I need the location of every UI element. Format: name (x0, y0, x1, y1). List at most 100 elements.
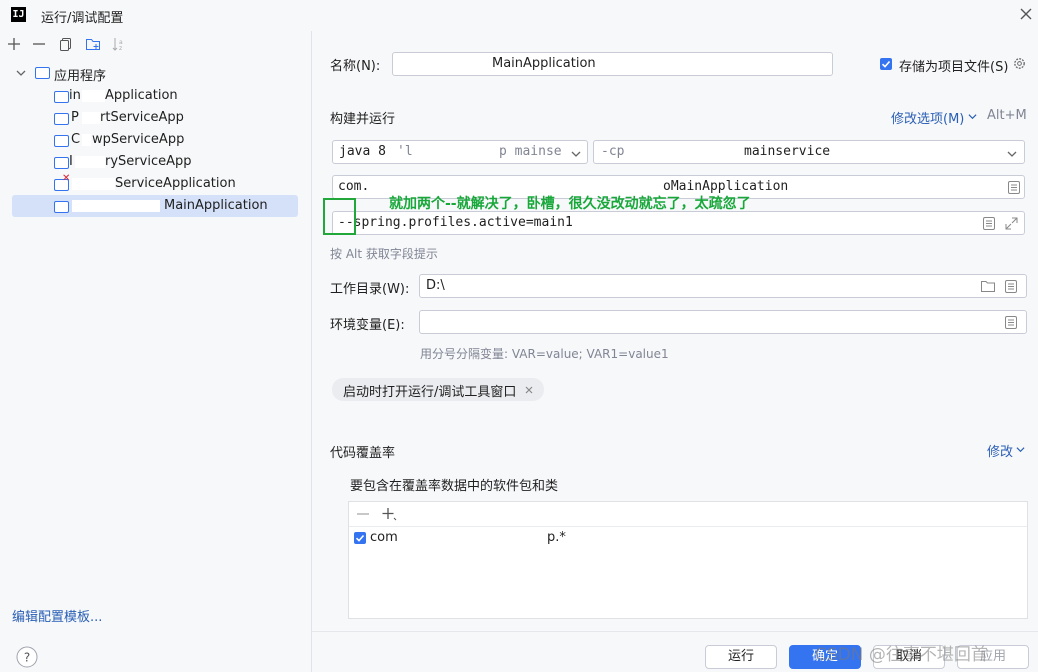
working-directory-label: 工作目录(W): (330, 282, 410, 297)
sort-icon[interactable]: az (111, 36, 127, 52)
tree-item[interactable]: C wpServiceApp (12, 129, 298, 151)
edit-configuration-templates-link[interactable]: 编辑配置模板... (12, 606, 102, 625)
application-icon (54, 157, 69, 169)
run-button[interactable]: 运行 (705, 645, 777, 669)
tree-item[interactable]: ✕ ServiceApplication (12, 173, 298, 195)
redaction (398, 58, 490, 70)
svg-text:z: z (119, 45, 122, 52)
program-arguments-value: --spring.profiles.active=main1 (338, 215, 573, 230)
tree-item[interactable]: P rtServiceApp (12, 107, 298, 129)
coverage-entry-suffix: p.* (547, 530, 566, 545)
chevron-down-icon[interactable] (16, 68, 26, 78)
tree-item[interactable]: I ryServiceApp (12, 151, 298, 173)
annotation-text: 就加两个--就解决了，卧槽，很久没改动就忘了，太疏忽了 (389, 196, 751, 212)
redaction (72, 178, 115, 190)
application-icon (54, 91, 69, 103)
tree-item-prefix: in (69, 88, 81, 103)
coverage-entry-prefix: com (370, 530, 398, 545)
store-as-project-file-label: 存储为项目文件(S) (899, 60, 1009, 75)
redaction (82, 112, 100, 124)
field-hint: 按 Alt 获取字段提示 (330, 247, 438, 261)
coverage-entry[interactable]: com p.* (349, 528, 1027, 548)
tree-item-label: ryServiceApp (105, 154, 192, 169)
tree-item-label: Application (105, 88, 178, 103)
working-directory-input[interactable]: D:\ (419, 274, 1027, 298)
chevron-down-icon (1016, 447, 1025, 453)
jdk-value: java 8 (339, 144, 386, 159)
maximize-icon[interactable] (1005, 217, 1018, 230)
open-tool-window-option-chip[interactable]: 启动时打开运行/调试工具窗口 (332, 378, 544, 401)
add-icon[interactable] (381, 506, 397, 522)
title-bar: IJ 运行/调试配置 (0, 0, 1038, 31)
tree-item-prefix: I (69, 154, 73, 169)
close-icon[interactable] (525, 386, 533, 394)
copy-icon[interactable] (58, 36, 74, 52)
chevron-down-icon (968, 114, 977, 120)
remove-icon[interactable] (31, 36, 47, 52)
jdk-blurred: p mainse (499, 144, 562, 159)
redaction (401, 532, 551, 544)
name-input[interactable]: MainApplication (392, 52, 833, 76)
tree-item[interactable]: in Application (12, 85, 298, 107)
environment-variables-label: 环境变量(E): (330, 318, 405, 333)
tree-item-label: wpServiceApp (92, 132, 185, 147)
watermark: CSDN @往事不堪回首 (815, 645, 988, 665)
coverage-list: com p.* (348, 501, 1028, 619)
svg-text:?: ? (24, 651, 30, 665)
name-label: 名称(N): (330, 59, 381, 74)
coverage-toolbar (349, 502, 1027, 527)
environment-variables-input[interactable] (419, 310, 1027, 334)
redaction (413, 147, 503, 159)
tree-item-label: MainApplication (164, 198, 268, 213)
application-icon (54, 201, 69, 213)
intellij-logo-icon: IJ (11, 7, 26, 22)
main-class-value: oMainApplication (663, 179, 789, 194)
divider (312, 631, 1038, 632)
tree-item-label: ServiceApplication (115, 176, 236, 191)
working-directory-value: D:\ (426, 278, 445, 293)
coverage-modify-link[interactable]: 修改 (987, 441, 1013, 460)
coverage-entry-checkbox[interactable] (354, 532, 366, 544)
classpath-value: mainservice (744, 144, 831, 159)
tree-root-label[interactable]: 应用程序 (54, 65, 106, 84)
help-icon[interactable]: ? (16, 646, 38, 668)
tree-item-selected[interactable]: MainApplication (12, 195, 298, 217)
folder-icon[interactable] (981, 280, 995, 292)
browse-icon[interactable] (1005, 316, 1017, 329)
modify-options-shortcut: Alt+M (987, 108, 1027, 123)
coverage-section-label: 代码覆盖率 (330, 446, 396, 461)
close-icon[interactable] (1018, 6, 1034, 22)
window-title: 运行/调试配置 (41, 11, 124, 26)
tree-item-prefix: C (71, 132, 81, 147)
redaction (632, 147, 740, 159)
expand-text-icon[interactable] (983, 217, 995, 230)
new-folder-icon[interactable] (85, 36, 101, 52)
redaction (448, 281, 588, 293)
application-icon (54, 135, 69, 147)
classpath-select[interactable]: -cp mainservice (593, 140, 1025, 164)
tree-item-label: rtServiceApp (100, 110, 184, 125)
program-arguments-input[interactable]: --spring.profiles.active=main1 (332, 211, 1025, 235)
remove-icon[interactable] (356, 508, 370, 520)
store-as-project-file-checkbox[interactable] (880, 58, 892, 70)
browse-icon[interactable] (1005, 280, 1017, 293)
application-folder-icon (35, 67, 50, 79)
jdk-suffix: 'l (397, 144, 413, 159)
name-value: MainApplication (492, 56, 596, 71)
redaction (75, 156, 105, 168)
chevron-down-icon (571, 151, 581, 157)
jdk-select[interactable]: java 8 'l p mainse (332, 140, 588, 164)
redaction (82, 90, 105, 102)
environment-variables-hint: 用分号分隔变量: VAR=value; VAR1=value1 (420, 347, 669, 361)
error-mark-icon: ✕ (62, 173, 71, 184)
annotation-highlight-box (323, 198, 356, 235)
coverage-include-label: 要包含在覆盖率数据中的软件包和类 (350, 479, 559, 494)
classpath-prefix: -cp (601, 144, 625, 159)
gear-icon[interactable] (1012, 56, 1027, 71)
chevron-down-icon (1007, 151, 1017, 157)
tree-item-prefix: P (71, 110, 79, 125)
add-icon[interactable] (6, 36, 22, 52)
modify-options-link[interactable]: 修改选项(M) (891, 108, 964, 127)
build-run-section-label: 构建并运行 (330, 112, 396, 127)
browse-icon[interactable] (1008, 181, 1020, 194)
